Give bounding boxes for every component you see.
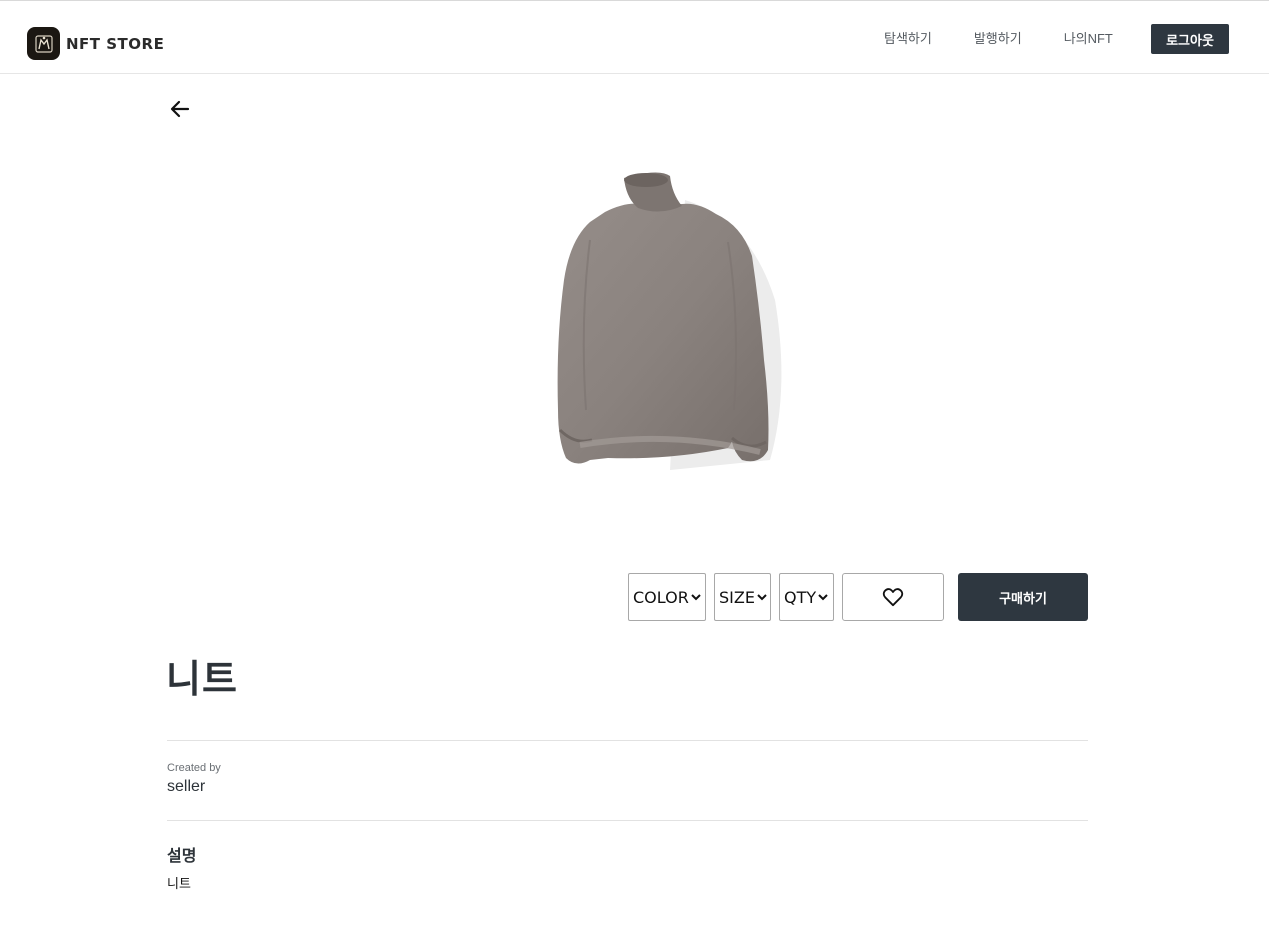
qty-select-label: QTY xyxy=(784,587,817,607)
divider xyxy=(167,820,1088,821)
size-select[interactable]: SIZE xyxy=(714,573,771,621)
description-heading: 설명 xyxy=(167,848,197,865)
nav-my-nft[interactable]: 나의NFT xyxy=(1064,28,1113,47)
sweater-image xyxy=(557,172,782,470)
back-button[interactable] xyxy=(167,96,193,122)
chevron-down-icon xyxy=(757,593,767,601)
logout-button[interactable]: 로그아웃 xyxy=(1151,24,1229,54)
brand[interactable]: NFT STORE xyxy=(27,27,164,60)
chevron-down-icon xyxy=(691,593,701,601)
description-text: 니트 xyxy=(167,876,191,891)
like-button[interactable] xyxy=(842,573,944,621)
heart-outline-icon xyxy=(882,588,904,607)
divider xyxy=(167,740,1088,741)
nav-mint[interactable]: 발행하기 xyxy=(974,28,1022,47)
qty-select[interactable]: QTY xyxy=(779,573,834,621)
created-by-label: Created by xyxy=(167,762,221,774)
brand-logo-icon xyxy=(27,27,60,60)
product-title: 니트 xyxy=(166,659,238,701)
color-select-label: COLOR xyxy=(633,587,689,607)
buy-button[interactable]: 구매하기 xyxy=(958,573,1088,621)
chevron-down-icon xyxy=(818,593,828,601)
size-select-label: SIZE xyxy=(719,587,755,607)
product-image xyxy=(520,160,798,482)
creator-name[interactable]: seller xyxy=(167,778,205,796)
arrow-left-icon xyxy=(170,100,190,118)
site-header: NFT STORE 탐색하기 발행하기 나의NFT 로그아웃 xyxy=(0,3,1269,74)
brand-name: NFT STORE xyxy=(66,34,165,53)
nav-explore[interactable]: 탐색하기 xyxy=(884,28,932,47)
purchase-options: COLOR SIZE QTY 구매하기 xyxy=(628,573,1088,621)
color-select[interactable]: COLOR xyxy=(628,573,706,621)
main-nav: 탐색하기 발행하기 나의NFT xyxy=(884,28,1155,47)
